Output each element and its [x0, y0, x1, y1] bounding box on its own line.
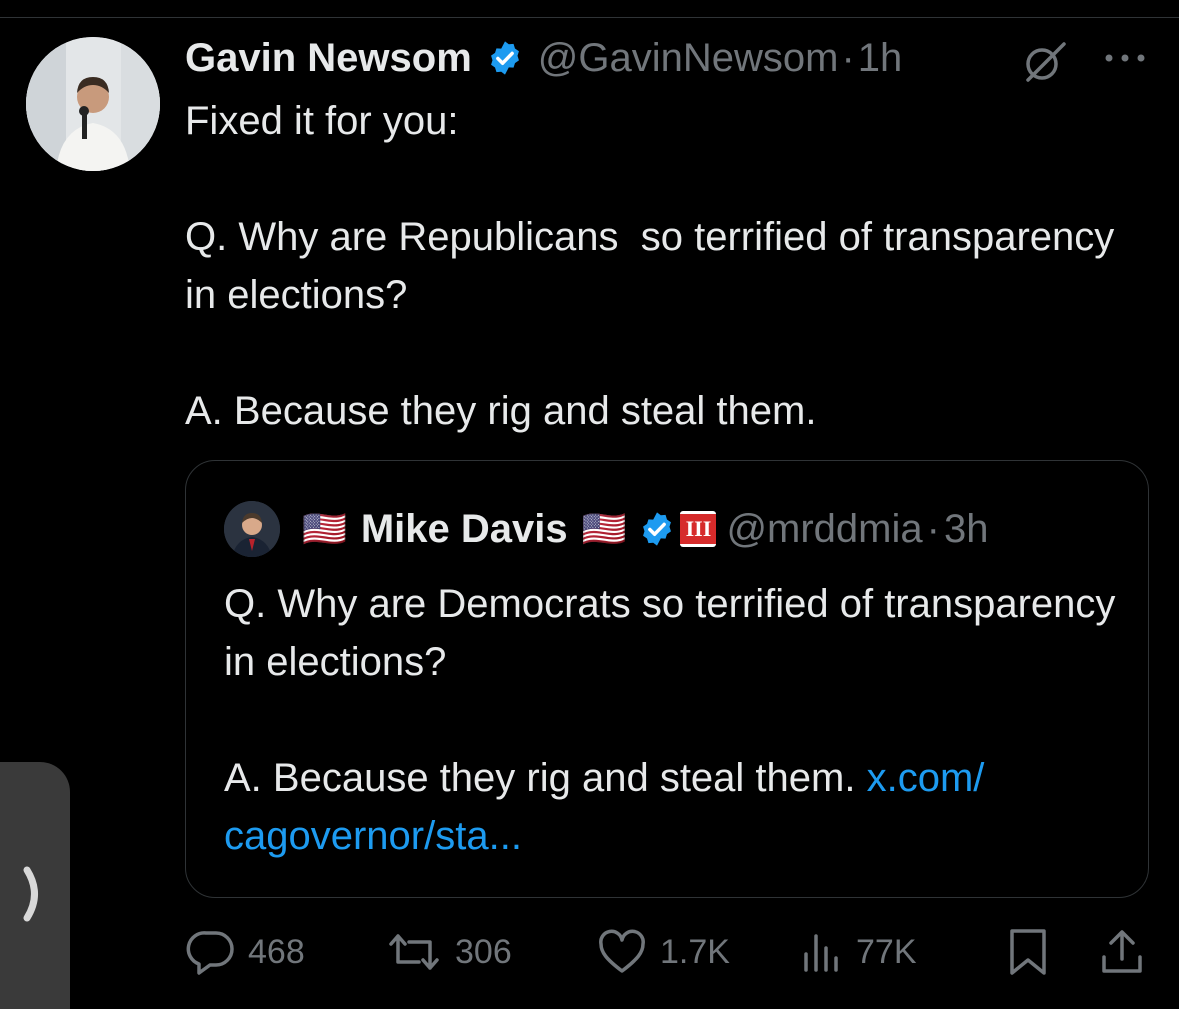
views-button[interactable]: 77K: [800, 926, 917, 978]
tweet-timestamp[interactable]: 1h: [858, 36, 903, 81]
author-handle[interactable]: @GavinNewsom: [538, 36, 839, 81]
views-icon: [804, 934, 838, 972]
grok-icon[interactable]: [1020, 38, 1068, 91]
side-drawer-tab[interactable]: [0, 762, 70, 1009]
quoted-timestamp[interactable]: 3h: [944, 507, 989, 552]
like-button[interactable]: 1.7K: [596, 926, 730, 978]
roman-numeral-badge: III: [680, 511, 717, 547]
us-flag-emoji: 🇺🇸: [302, 508, 347, 549]
separator-dot: ·: [926, 506, 940, 551]
like-count: 1.7K: [660, 932, 730, 971]
quoted-author-name[interactable]: Mike Davis: [361, 507, 568, 552]
author-avatar[interactable]: [26, 37, 160, 171]
more-icon[interactable]: [1100, 40, 1150, 81]
avatar-photo: [26, 37, 160, 171]
share-icon: [1102, 930, 1142, 973]
view-count: 77K: [856, 932, 917, 971]
quoted-tweet-card[interactable]: 🇺🇸 Mike Davis 🇺🇸 III @mrddmia · 3h Q. Wh…: [185, 460, 1149, 898]
separator-dot: ·: [841, 35, 855, 80]
repost-button[interactable]: 306: [385, 926, 512, 978]
tweet-text: Fixed it for you: Q. Why are Republicans…: [185, 99, 1115, 433]
reply-count: 468: [248, 932, 305, 971]
verified-badge-icon: [638, 510, 676, 548]
quoted-body: Q. Why are Democrats so terrified of tra…: [224, 582, 1116, 800]
bookmark-icon: [1010, 929, 1046, 975]
like-icon: [599, 929, 645, 973]
repost-count: 306: [455, 932, 512, 971]
repost-icon: [389, 934, 439, 970]
reply-button[interactable]: 468: [186, 926, 305, 978]
verified-badge-icon: [486, 39, 524, 77]
author-name[interactable]: Gavin Newsom: [185, 36, 472, 81]
quoted-tweet-header: 🇺🇸 Mike Davis 🇺🇸 III @mrddmia · 3h: [302, 503, 988, 555]
chevron-right-icon: [23, 866, 38, 922]
bookmark-button[interactable]: [1006, 926, 1050, 978]
share-button[interactable]: [1098, 926, 1146, 978]
quoted-tweet-text: Q. Why are Democrats so terrified of tra…: [224, 575, 1124, 865]
quoted-avatar-photo: [224, 501, 280, 557]
top-divider: [0, 17, 1179, 18]
quoted-author-handle[interactable]: @mrddmia: [726, 507, 922, 552]
us-flag-emoji: 🇺🇸: [581, 508, 627, 549]
reply-icon: [186, 931, 234, 975]
quoted-author-avatar[interactable]: [224, 501, 280, 557]
tweet-header: Gavin Newsom @GavinNewsom · 1h: [185, 32, 902, 84]
